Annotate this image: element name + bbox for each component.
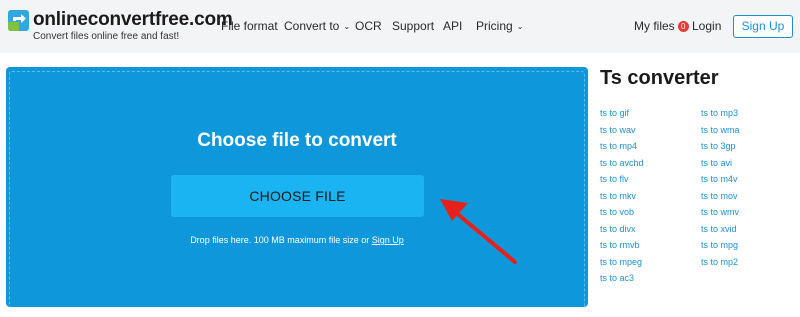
sidebar-link[interactable]: ts to mp3 [701,108,738,118]
sidebar-link[interactable]: ts to mp4 [600,141,637,151]
my-files-count-badge: 0 [677,21,689,32]
signup-button[interactable]: Sign Up [733,15,793,38]
site-logo[interactable]: onlineconvertfree.com Convert files onli… [8,9,233,47]
chevron-down-icon: ⌄ [516,22,524,31]
nav-support[interactable]: Support [392,19,434,33]
nav-convert-to-label: Convert to [284,19,340,33]
drop-hint-text: Drop files here. 100 MB maximum file siz… [190,235,370,245]
sidebar-link[interactable]: ts to mov [701,191,738,201]
sidebar-link[interactable]: ts to wmv [701,207,739,217]
my-files-label: My files [634,19,675,33]
sidebar-link[interactable]: ts to avi [701,158,732,168]
sidebar-link[interactable]: ts to xvid [701,224,737,234]
site-header: onlineconvertfree.com Convert files onli… [0,0,800,53]
sidebar-link[interactable]: ts to gif [600,108,629,118]
sidebar-link[interactable]: ts to mpeg [600,257,642,267]
nav-pricing[interactable]: Pricing ⌄ [476,19,523,33]
logo-tagline: Convert files online free and fast! [33,31,180,42]
sidebar-link[interactable]: ts to ac3 [600,273,634,283]
nav-ocr[interactable]: OCR [355,19,382,33]
choose-file-button[interactable]: CHOOSE FILE [171,175,424,217]
nav-file-format[interactable]: File format [221,19,278,33]
sidebar-link[interactable]: ts to mkv [600,191,636,201]
my-files-link[interactable]: My files 0 [634,19,689,33]
red-arrow-icon [440,199,517,264]
sidebar-link[interactable]: ts to wma [701,125,740,135]
drop-signup-link[interactable]: Sign Up [372,235,404,245]
sidebar-link[interactable]: ts to divx [600,224,636,234]
chevron-down-icon: ⌄ [343,22,351,31]
sidebar-link[interactable]: ts to flv [600,174,629,184]
nav-pricing-label: Pricing [476,19,513,33]
sidebar-link[interactable]: ts to rmvb [600,240,640,250]
logo-text: onlineconvertfree.com [33,9,233,30]
sidebar-link[interactable]: ts to mpg [701,240,738,250]
login-link[interactable]: Login [692,19,721,33]
sidebar-link[interactable]: ts to vob [600,207,634,217]
nav-api[interactable]: API [443,19,462,33]
convert-arrows-icon [8,10,29,31]
upload-title: Choose file to convert [197,130,397,151]
sidebar-link[interactable]: ts to avchd [600,158,644,168]
sidebar-link[interactable]: ts to m4v [701,174,738,184]
nav-convert-to[interactable]: Convert to ⌄ [284,19,350,33]
sidebar-title: Ts converter [600,67,719,89]
sidebar-link[interactable]: ts to mp2 [701,257,738,267]
sidebar-link[interactable]: ts to wav [600,125,636,135]
sidebar-link[interactable]: ts to 3gp [701,141,736,151]
